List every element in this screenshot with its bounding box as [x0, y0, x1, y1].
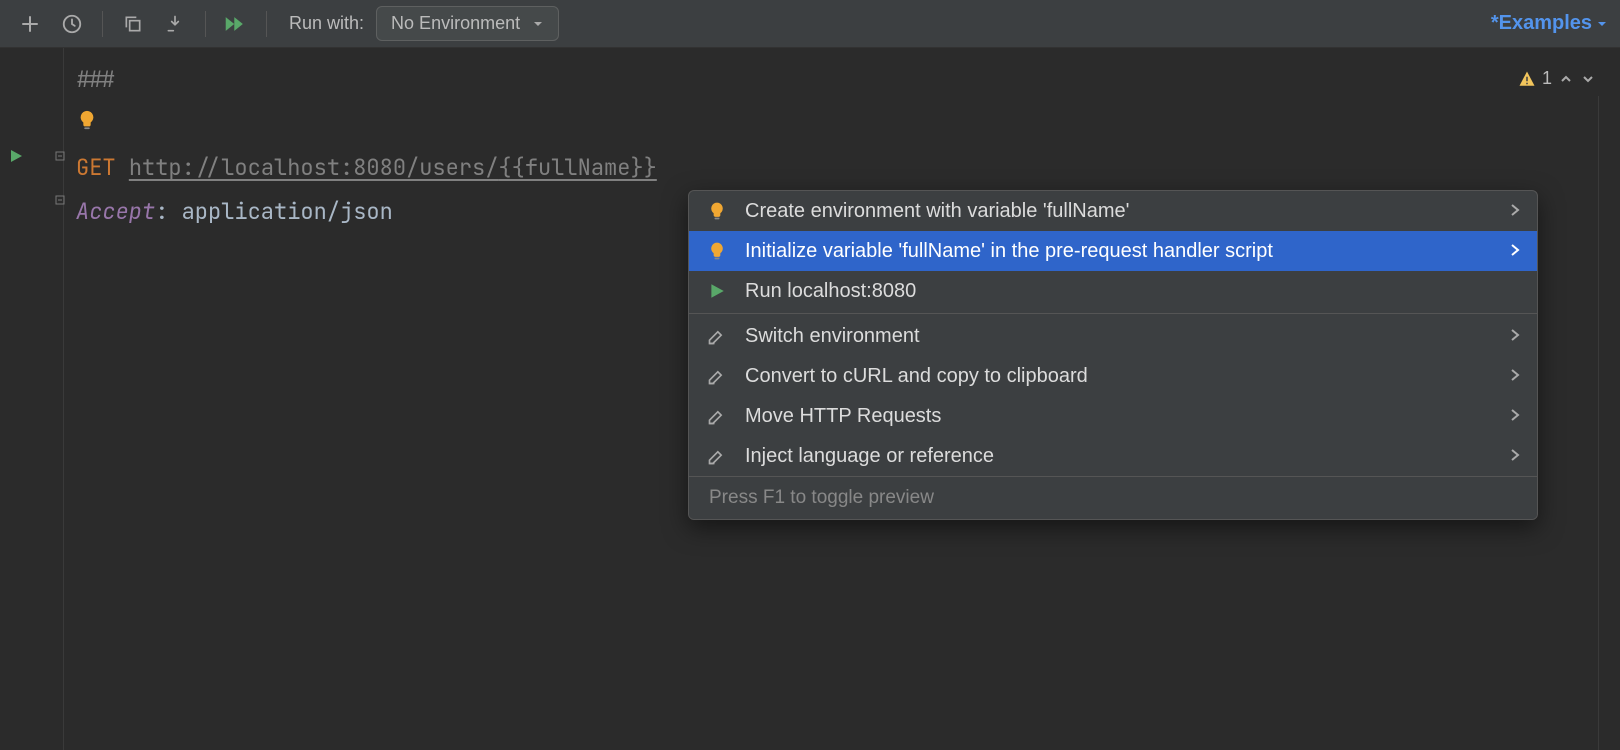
environment-dropdown[interactable]: No Environment [376, 6, 559, 41]
toolbar-separator [266, 11, 267, 37]
warning-badge[interactable]: 1 [1518, 68, 1596, 89]
copy-button[interactable] [115, 6, 151, 42]
run-all-icon [224, 13, 248, 35]
examples-link[interactable]: *Examples [1491, 12, 1608, 35]
run-with-label: Run with: [289, 13, 364, 34]
intention-bulb[interactable] [76, 102, 98, 146]
menu-item[interactable]: Initialize variable 'fullName' in the pr… [689, 231, 1537, 271]
intention-menu: Create environment with variable 'fullNa… [688, 190, 1538, 520]
pencil-icon [707, 446, 727, 466]
header-value: application/json [182, 197, 393, 226]
menu-item-icon [705, 444, 729, 468]
run-icon [708, 282, 726, 300]
run-all-button[interactable] [218, 6, 254, 42]
menu-item-label: Run localhost:8080 [745, 280, 1521, 303]
add-button[interactable] [12, 6, 48, 42]
clock-icon [61, 13, 83, 35]
menu-item-label: Switch environment [745, 325, 1493, 348]
menu-separator [689, 313, 1537, 314]
chevron-right-icon [1509, 365, 1521, 388]
menu-item-icon [705, 239, 729, 263]
chevron-right-icon [1509, 200, 1521, 223]
chevron-down-icon [532, 18, 544, 30]
menu-item-icon [705, 279, 729, 303]
plus-icon [20, 14, 40, 34]
menu-item-label: Convert to cURL and copy to clipboard [745, 365, 1493, 388]
environment-value: No Environment [391, 13, 520, 34]
menu-item-icon [705, 404, 729, 428]
warning-count: 1 [1542, 68, 1552, 89]
chevron-right-icon [1509, 240, 1521, 263]
toolbar: Run with: No Environment *Examples [0, 0, 1620, 48]
request-separator: ### [76, 65, 116, 94]
chevron-right-icon [1509, 445, 1521, 468]
pencil-icon [707, 366, 727, 386]
pencil-icon [707, 326, 727, 346]
history-button[interactable] [54, 6, 90, 42]
lightbulb-icon [707, 241, 727, 261]
menu-item-icon [705, 324, 729, 348]
import-icon [165, 14, 185, 34]
run-icon [8, 148, 24, 164]
gutter [0, 48, 64, 750]
chevron-down-icon[interactable] [1580, 71, 1596, 87]
editor-right-gutter [1598, 96, 1620, 750]
warning-icon [1518, 70, 1536, 88]
request-url: http://localhost:8080/users/{{fullName}} [129, 153, 657, 182]
chevron-down-icon [1596, 18, 1608, 30]
pencil-icon [707, 406, 727, 426]
menu-item[interactable]: Convert to cURL and copy to clipboard [689, 356, 1537, 396]
chevron-right-icon [1509, 405, 1521, 428]
header-name: Accept [76, 197, 155, 226]
menu-item-label: Create environment with variable 'fullNa… [745, 200, 1493, 223]
run-gutter-icon[interactable] [8, 148, 24, 169]
import-button[interactable] [157, 6, 193, 42]
http-method: GET [76, 153, 116, 182]
copy-icon [123, 14, 143, 34]
menu-item[interactable]: Inject language or reference [689, 436, 1537, 476]
menu-item[interactable]: Switch environment [689, 316, 1537, 356]
menu-item-label: Move HTTP Requests [745, 405, 1493, 428]
menu-item[interactable]: Run localhost:8080 [689, 271, 1537, 311]
chevron-right-icon [1509, 325, 1521, 348]
menu-item-icon [705, 364, 729, 388]
lightbulb-icon [76, 109, 98, 131]
toolbar-separator [102, 11, 103, 37]
menu-item-label: Inject language or reference [745, 445, 1493, 468]
menu-item-label: Initialize variable 'fullName' in the pr… [745, 240, 1493, 263]
chevron-up-icon[interactable] [1558, 71, 1574, 87]
menu-footer: Press F1 to toggle preview [689, 476, 1537, 519]
menu-item[interactable]: Move HTTP Requests [689, 396, 1537, 436]
lightbulb-icon [707, 201, 727, 221]
toolbar-separator [205, 11, 206, 37]
menu-item[interactable]: Create environment with variable 'fullNa… [689, 191, 1537, 231]
menu-item-icon [705, 199, 729, 223]
examples-label: *Examples [1491, 12, 1592, 35]
